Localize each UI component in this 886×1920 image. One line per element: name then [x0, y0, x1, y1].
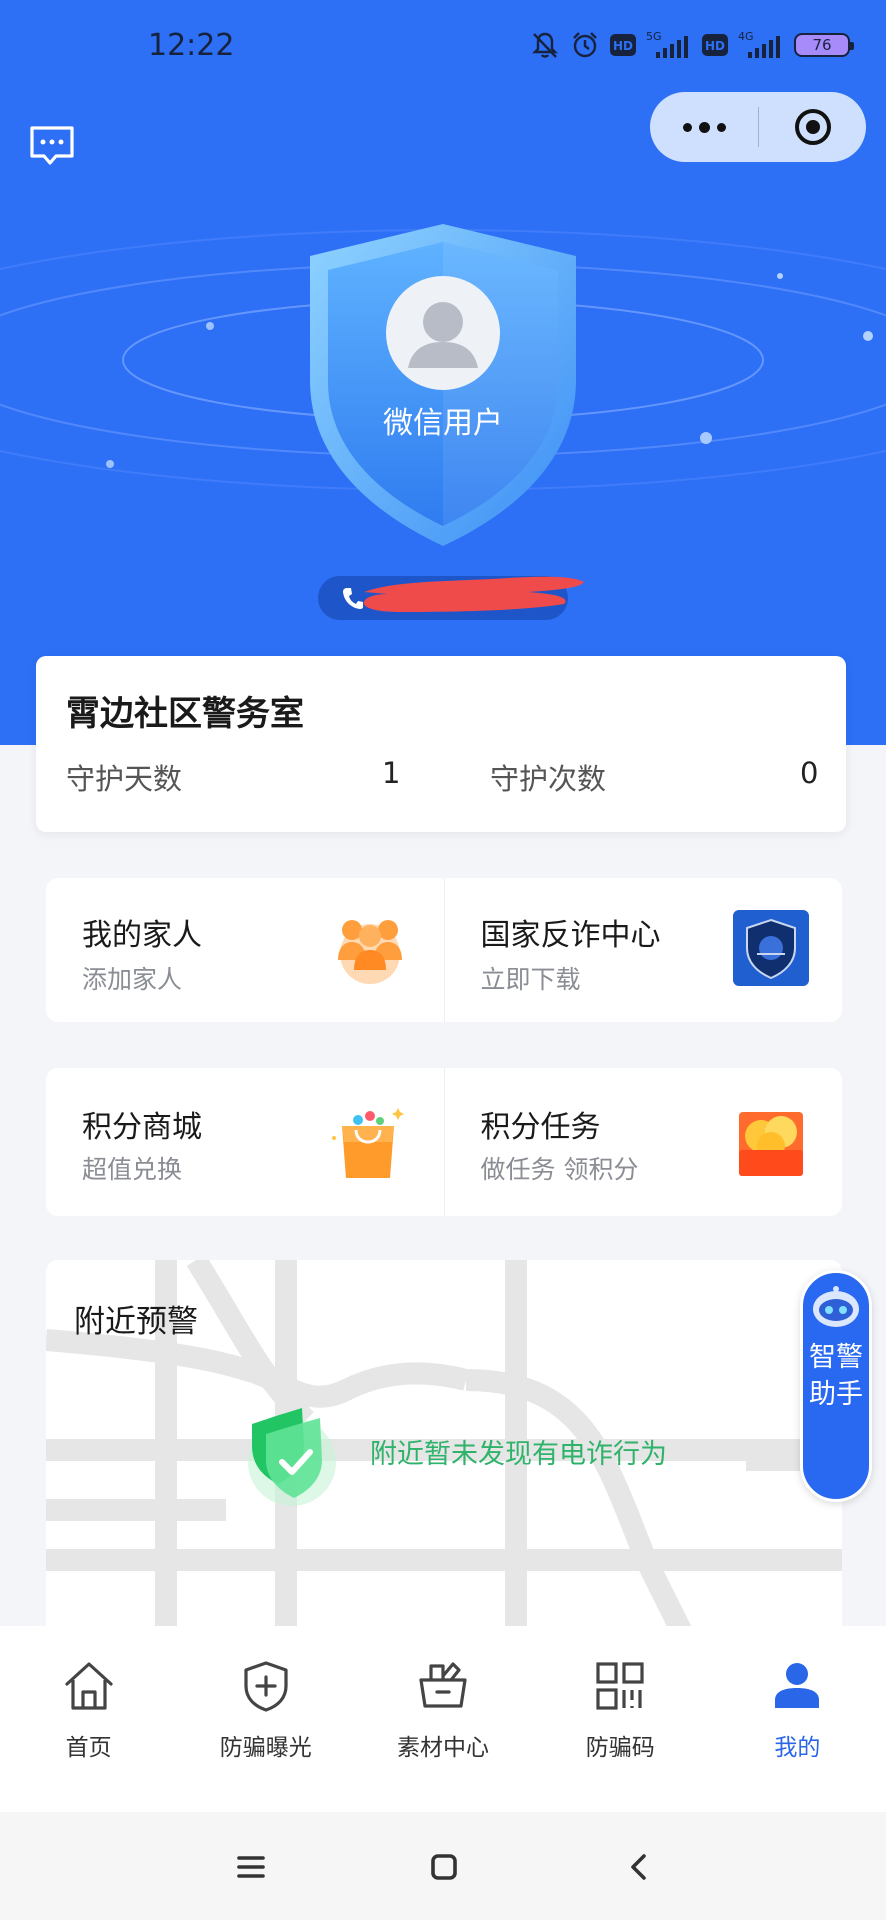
profile-hero: 微信用户 12:22 HD 5G HD 4G 76: [0, 0, 886, 745]
points-mall-title: 积分商城: [82, 1110, 202, 1145]
back-chevron-icon[interactable]: [614, 1842, 664, 1892]
tab-fraud-exposure[interactable]: 防骗曝光: [177, 1626, 354, 1812]
target-close-icon[interactable]: [759, 92, 866, 162]
shopping-bag-icon: [332, 1108, 404, 1178]
anti-fraud-center-entry[interactable]: 国家反诈中心 立即下载: [443, 878, 843, 1022]
coin-chest-icon: [738, 1112, 803, 1176]
tab-fraud-exposure-label: 防骗曝光: [219, 1735, 312, 1761]
qr-code-icon: [596, 1662, 644, 1710]
station-name: 霄边社区警务室: [66, 694, 304, 734]
message-icon[interactable]: [28, 124, 76, 168]
tab-mine[interactable]: 我的: [709, 1626, 886, 1812]
points-task-entry[interactable]: 积分任务 做任务 领积分: [443, 1068, 843, 1216]
battery-icon: 76: [794, 33, 854, 57]
miniprogram-capsule: [650, 92, 866, 162]
username: 微信用户: [383, 406, 503, 441]
user-icon: [775, 1663, 820, 1708]
tab-home-label: 首页: [65, 1735, 112, 1761]
signal-4g-icon: 4G: [738, 30, 780, 58]
points-task-title: 积分任务: [480, 1110, 601, 1145]
svg-text:HD: HD: [613, 39, 633, 53]
safe-shield-check-icon: [248, 1408, 336, 1506]
tab-mine-label: 我的: [774, 1735, 821, 1761]
redaction-mark: [363, 576, 584, 612]
mute-bell-icon: [532, 32, 558, 58]
status-bar: 12:22 HD 5G HD 4G 76: [0, 0, 886, 100]
basket-icon: [419, 1662, 467, 1708]
my-family-title: 我的家人: [82, 918, 202, 953]
guard-times-value: 0: [800, 756, 819, 790]
home-square-icon[interactable]: [419, 1842, 469, 1892]
anti-fraud-center-title: 国家反诈中心: [480, 918, 661, 953]
nearby-warning-title: 附近预警: [74, 1304, 198, 1340]
status-icons: HD 5G HD 4G 76: [530, 30, 854, 60]
police-assistant-button[interactable]: 智警助手: [800, 1270, 872, 1502]
avatar[interactable]: [386, 276, 500, 390]
tab-material-center-label: 素材中心: [397, 1735, 489, 1761]
guard-times-label: 守护次数: [490, 762, 607, 796]
tab-home[interactable]: 首页: [0, 1626, 177, 1812]
tab-anti-fraud-code[interactable]: 防骗码: [532, 1626, 709, 1812]
feature-row-2: 积分商城 超值兑换 积分任务 做任务 领积分: [46, 1068, 842, 1216]
guard-days-value: 1: [382, 756, 401, 790]
hd-badge-icon-2: HD: [702, 34, 728, 56]
default-avatar-icon: [408, 302, 478, 368]
nearby-warning-card[interactable]: 附近预警 附近暂未发现有电诈行为: [46, 1260, 842, 1660]
svg-text:5G: 5G: [646, 30, 662, 43]
police-station-card[interactable]: 霄边社区警务室 守护天数 1 守护次数 0: [36, 656, 846, 832]
menu-icon[interactable]: [226, 1842, 276, 1892]
status-time: 12:22: [148, 28, 235, 63]
shield-plus-icon: [244, 1661, 288, 1712]
alarm-icon: [573, 32, 597, 58]
family-icon: [338, 920, 402, 984]
tab-material-center[interactable]: 素材中心: [354, 1626, 531, 1812]
points-mall-subtitle: 超值兑换: [82, 1155, 183, 1184]
system-navigation-bar: [0, 1812, 886, 1920]
bottom-tab-bar: 首页 防骗曝光 素材中心 防骗码 我的: [0, 1626, 886, 1812]
assistant-label: 智警助手: [809, 1342, 863, 1410]
nearby-status-text: 附近暂未发现有电诈行为: [370, 1439, 667, 1470]
points-task-subtitle: 做任务 领积分: [480, 1155, 639, 1184]
signal-5g-icon: 5G: [646, 30, 688, 58]
points-mall-entry[interactable]: 积分商城 超值兑换: [46, 1068, 444, 1216]
feature-row-1: 我的家人 添加家人 国家反诈中心 立即下载: [46, 878, 842, 1022]
home-icon: [64, 1662, 113, 1710]
tab-anti-fraud-code-label: 防骗码: [585, 1735, 655, 1761]
my-family-subtitle: 添加家人: [82, 965, 183, 994]
svg-text:HD: HD: [705, 39, 725, 53]
more-dots-icon[interactable]: [650, 92, 758, 162]
anti-fraud-app-icon: [732, 910, 809, 986]
robot-icon: [813, 1286, 859, 1327]
anti-fraud-center-subtitle: 立即下载: [480, 965, 581, 994]
guard-days-label: 守护天数: [66, 762, 183, 796]
svg-text:4G: 4G: [738, 30, 754, 43]
hd-badge-icon: HD: [610, 34, 636, 56]
my-family-entry[interactable]: 我的家人 添加家人: [46, 878, 444, 1022]
